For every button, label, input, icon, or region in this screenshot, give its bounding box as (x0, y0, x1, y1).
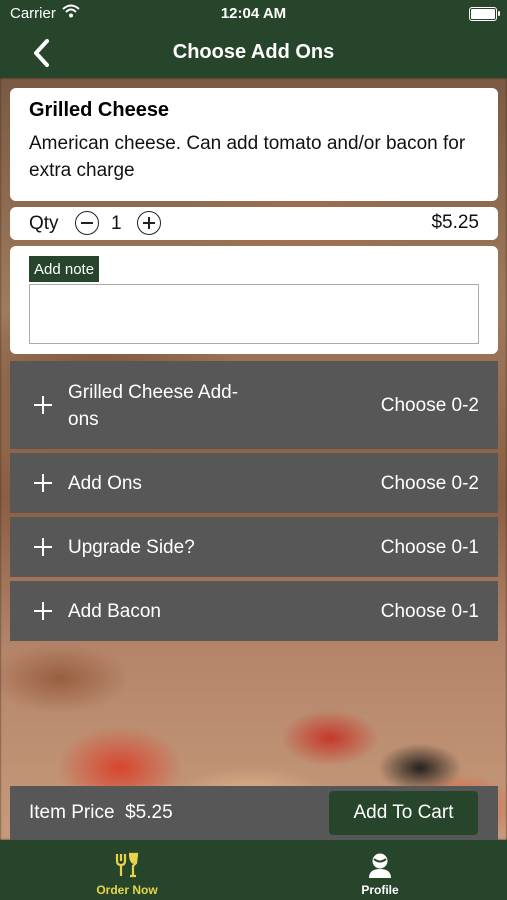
addon-choose-range: Choose 0-2 (380, 473, 479, 494)
item-description: American cheese. Can add tomato and/or b… (29, 133, 466, 181)
addon-group-label: Upgrade Side? (68, 537, 195, 558)
item-name: Grilled Cheese (29, 99, 170, 121)
addon-choose-range: Choose 0-2 (380, 395, 479, 416)
navigation-bar: Choose Add Ons (0, 28, 507, 78)
item-details-card: Grilled Cheese American cheese. Can add … (10, 88, 498, 201)
quantity-value: 1 (111, 213, 122, 234)
quantity-label: Qty (29, 213, 59, 234)
addon-choose-range: Choose 0-1 (380, 537, 479, 558)
addon-group-label: Add Bacon (68, 601, 161, 622)
fork-knife-icon (115, 852, 139, 878)
add-note-label: Add note (29, 256, 100, 282)
addon-group-row[interactable]: Grilled Cheese Add-ons Choose 0-2 (10, 361, 498, 449)
item-price-summary: Item Price $5.25 (29, 802, 173, 824)
tab-label: Profile (361, 883, 399, 897)
addon-group-label: Grilled Cheese Add-ons (68, 382, 239, 430)
status-time: 12:04 AM (220, 5, 287, 22)
tab-profile[interactable]: Profile (280, 840, 480, 900)
status-bar: Carrier 12:04 AM (0, 0, 507, 28)
addon-group-row[interactable]: Add Ons Choose 0-2 (10, 453, 498, 513)
addon-choose-range: Choose 0-1 (380, 601, 479, 622)
tab-label: Order Now (96, 883, 158, 897)
expand-plus-icon (34, 538, 52, 556)
page-title: Choose Add Ons (172, 41, 335, 63)
tab-order-now[interactable]: Order Now (27, 840, 227, 900)
addon-group-label: Add Ons (68, 473, 142, 494)
item-price-value: $5.25 (125, 802, 173, 823)
item-total-price: $5.25 (431, 212, 479, 233)
add-to-cart-button[interactable]: Add To Cart (329, 791, 478, 835)
increase-quantity-button[interactable] (137, 211, 161, 235)
note-input[interactable] (29, 284, 479, 344)
expand-plus-icon (34, 396, 52, 414)
expand-plus-icon (34, 474, 52, 492)
expand-plus-icon (34, 602, 52, 620)
note-card: Add note (10, 246, 498, 354)
addon-group-row[interactable]: Add Bacon Choose 0-1 (10, 581, 498, 641)
quantity-row: Qty 1 $5.25 (10, 207, 498, 240)
decrease-quantity-button[interactable] (75, 211, 99, 235)
battery-icon (469, 7, 500, 21)
person-icon (369, 853, 391, 878)
cart-footer: Item Price $5.25 Add To Cart (10, 786, 498, 840)
item-price-label: Item Price (29, 802, 115, 823)
tab-bar: Order Now Profile (0, 840, 507, 900)
addon-group-row[interactable]: Upgrade Side? Choose 0-1 (10, 517, 498, 577)
